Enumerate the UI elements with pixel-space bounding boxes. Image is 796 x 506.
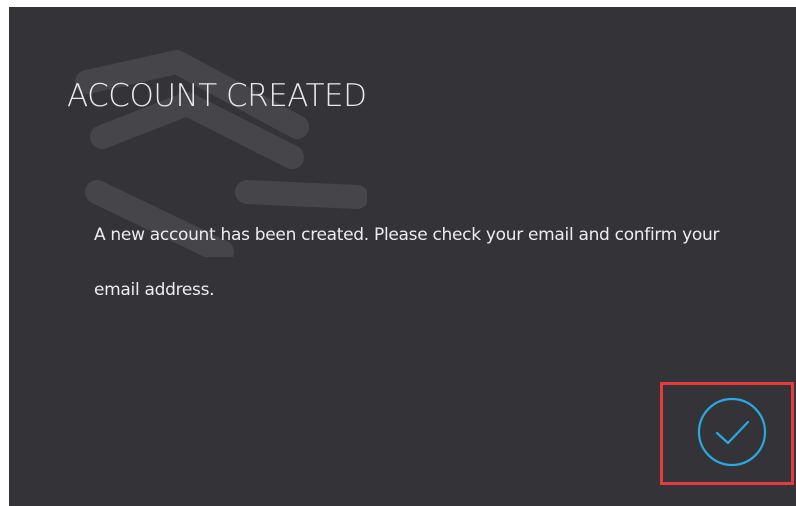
confirm-button[interactable]	[695, 395, 769, 469]
dialog-message: A new account has been created. Please c…	[94, 225, 720, 300]
account-created-dialog: ACCOUNT CREATED A new account has been c…	[9, 7, 796, 506]
screen: ACCOUNT CREATED A new account has been c…	[0, 0, 796, 506]
checkmark-circle-icon	[697, 397, 767, 467]
dialog-title: ACCOUNT CREATED	[67, 78, 367, 114]
